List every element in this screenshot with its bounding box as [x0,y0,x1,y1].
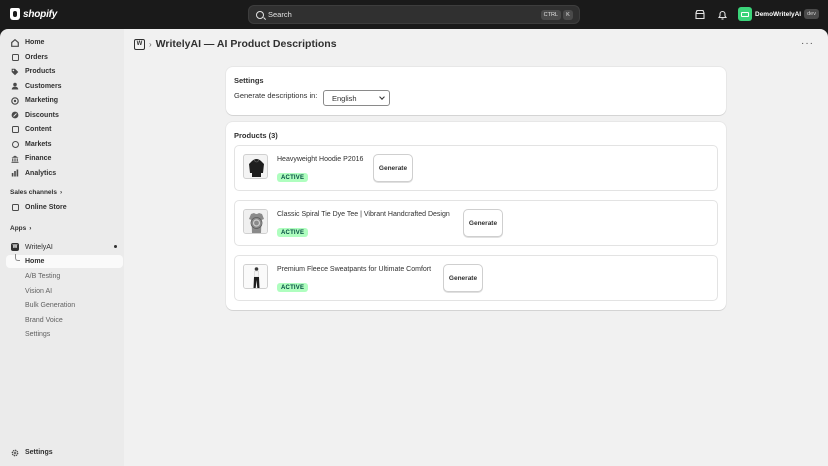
sidebar-item-markets[interactable]: Markets [6,138,123,151]
product-thumbnail [243,154,268,179]
brand-name: shopify [23,8,58,20]
generate-button[interactable]: Generate [463,209,503,237]
sidebar-subitem-home[interactable] [6,255,123,268]
shortcut-ctrl-key: CTRL [540,10,561,20]
status-badge: ACTIVE [277,228,309,237]
product-name[interactable]: Premium Fleece Sweatpants for Ultimate C… [277,266,431,273]
apps-label: Apps [10,225,27,232]
sidebar-item-finance[interactable]: Finance [6,152,123,165]
tree-connector [15,254,20,261]
product-row: Heavyweight Hoodie P2016 ACTIVE Generate [234,145,718,191]
sidebar-item-label: Home [25,39,45,46]
chevron-down-icon [379,94,385,100]
search-bar[interactable]: Search CTRL K [248,5,580,24]
product-row: Classic Spiral Tie Dye Tee | Vibrant Han… [234,200,718,246]
language-select-value: English [332,93,357,103]
shopify-bag-icon [10,8,20,20]
sidebar-item-label: Markets [25,140,52,148]
chevron-right-icon: › [29,225,32,232]
sidebar-subitem-label: Home [25,258,45,265]
more-actions-icon[interactable]: ··· [801,38,814,49]
bank-icon [11,155,19,163]
product-name[interactable]: Classic Spiral Tie Dye Tee | Vibrant Han… [277,211,450,218]
orders-icon [11,53,19,61]
sidebar-subitem-brand-voice[interactable]: Brand Voice [25,317,63,324]
product-row: Premium Fleece Sweatpants for Ultimate C… [234,255,718,301]
main-content: W › WritelyAI — AI Product Descriptions … [124,29,828,466]
sidebar-item-label: WritelyAI [25,243,53,251]
sidebar-item-content[interactable]: Content [6,123,123,136]
sidebar-item-home[interactable]: Home [6,36,123,49]
sidebar-subitem-vision-ai[interactable]: Vision AI [25,288,52,295]
sidebar-item-label: Customers [25,82,62,90]
store-icon [11,203,19,211]
sidebar-item-writelyai[interactable]: W WritelyAI [6,241,123,254]
sidebar-item-products[interactable]: Products [6,65,123,78]
page-title: WritelyAI — AI Product Descriptions [155,38,337,50]
sidebar-item-settings[interactable]: Settings [6,446,123,459]
account-name: DemoWritelyAI [755,10,802,18]
sidebar-item-orders[interactable]: Orders [6,51,123,64]
sidebar-item-online-store[interactable]: Online Store [6,201,123,214]
content-icon [11,126,19,134]
sidebar-item-label: Online Store [25,203,67,211]
language-select[interactable]: English [323,90,390,106]
generate-language-label: Generate descriptions in: [234,91,318,100]
sidebar-item-label: Finance [25,155,52,162]
person-icon [11,82,19,90]
page-header: W › WritelyAI — AI Product Descriptions [134,38,337,50]
generate-button[interactable]: Generate [443,264,483,292]
settings-card-title: Settings [234,76,264,85]
sidebar-item-label: Orders [25,53,48,61]
sidebar-item-label: Discounts [25,111,59,119]
home-icon [11,38,19,47]
dev-badge: dev [804,9,819,19]
sidebar-item-label: Marketing [25,97,59,104]
status-badge: ACTIVE [277,173,309,182]
account-menu[interactable]: DemoWritelyAI dev [738,7,819,21]
products-card-title: Products (3) [234,131,278,140]
globe-icon [11,140,19,148]
gear-icon [11,449,19,457]
status-badge: ACTIVE [277,283,309,292]
target-icon [11,96,19,105]
sidebar-item-marketing[interactable]: Marketing [6,94,123,107]
sidebar-item-label: Analytics [25,169,57,177]
pin-indicator-icon [114,245,117,248]
sidebar-item-label: Products [25,68,56,75]
chevron-right-icon: › [59,189,63,196]
sidebar-item-discounts[interactable]: Discounts [6,109,123,122]
product-name[interactable]: Heavyweight Hoodie P2016 [277,156,363,163]
apps-heading[interactable]: Apps › [10,225,31,232]
store-icon[interactable] [694,9,705,20]
search-icon [256,10,264,19]
discount-icon [11,111,19,119]
writelyai-app-icon: W [11,243,19,251]
settings-card: Settings Generate descriptions in: Engli… [226,67,726,115]
sidebar-item-label: Settings [25,449,53,456]
sidebar: Home Orders Products Customers Marketing… [0,29,124,466]
sidebar-item-customers[interactable]: Customers [6,80,123,93]
generate-button[interactable]: Generate [373,154,413,182]
sidebar-item-label: Content [25,126,52,133]
sales-channels-heading[interactable]: Sales channels › [10,189,62,196]
product-thumbnail [243,264,268,289]
top-bar: shopify Search CTRL K DemoWritelyAI dev [0,0,828,29]
chevron-right-icon: › [149,39,152,49]
sidebar-item-analytics[interactable]: Analytics [6,167,123,180]
sidebar-subitem-bulk-generation[interactable]: Bulk Generation [25,302,75,309]
chart-icon [11,169,19,177]
shortcut-k-key: K [563,10,573,20]
sidebar-subitem-ab-testing[interactable]: A/B Testing [25,273,60,280]
shopify-logo[interactable]: shopify [10,8,57,20]
product-thumbnail [243,209,268,234]
tag-icon [11,68,19,76]
sidebar-subitem-settings[interactable]: Settings [25,331,50,338]
writelyai-app-icon[interactable]: W [134,38,145,50]
sales-channels-label: Sales channels [10,189,57,196]
avatar [738,7,752,21]
bell-icon[interactable] [717,9,728,20]
products-card: Products (3) Heavyweight Hoodie P2016 AC… [226,122,726,310]
search-placeholder: Search [268,10,292,19]
